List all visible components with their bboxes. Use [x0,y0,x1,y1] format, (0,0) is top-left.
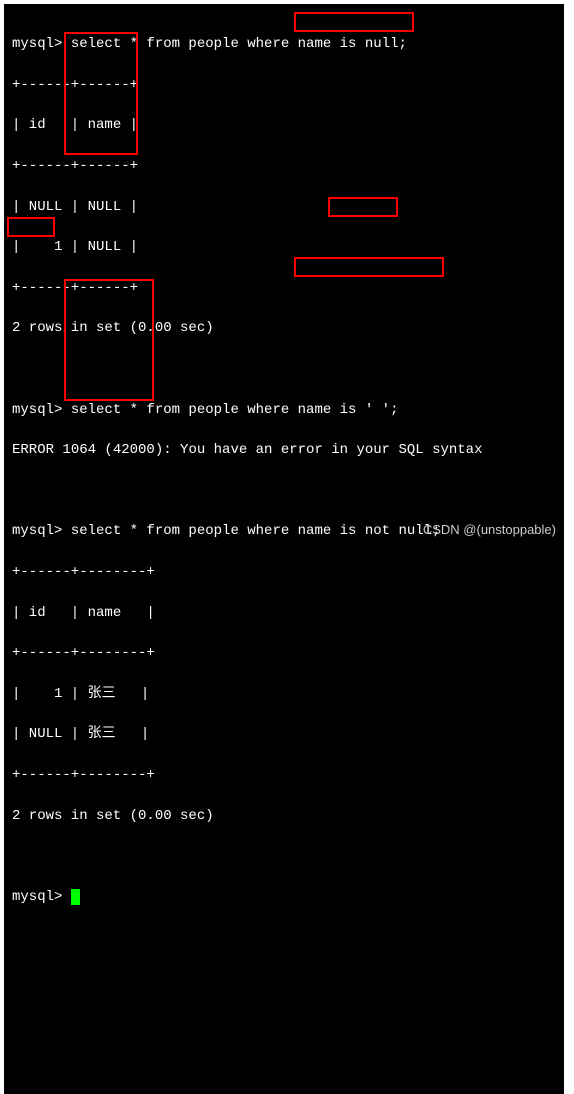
query-line-2: mysql> select * from people where name i… [12,400,556,420]
table-separator: +------+--------+ [12,562,556,582]
error-label: ERROR [12,442,54,458]
highlight-box-error [7,217,55,237]
table-header: | id | name | [12,603,556,623]
highlight-box-name-is-null [294,12,414,32]
cursor [71,889,80,905]
query-line-1: mysql> select * from people where name i… [12,34,556,54]
table-row: | NULL | 张三 | [12,724,556,744]
final-prompt-line[interactable]: mysql> [12,887,556,907]
sql-statement-2: select * from people where name is ' '; [71,402,399,418]
terminal-window: mysql> select * from people where name i… [4,4,564,1094]
result-footer: 2 rows in set (0.00 sec) [12,318,556,338]
mysql-prompt: mysql> [12,889,71,905]
sql-statement-1: select * from people where name is null; [71,36,407,52]
table-separator: +------+--------+ [12,643,556,663]
table-separator: +------+------+ [12,75,556,95]
mysql-prompt: mysql> [12,36,71,52]
sql-statement-3: select * from people where name is not n… [71,523,441,539]
highlight-box-name-is-not-null [294,257,444,277]
table-separator: +------+--------+ [12,765,556,785]
table-row: | NULL | NULL | [12,197,556,217]
mysql-prompt: mysql> [12,523,71,539]
table-separator: +------+------+ [12,156,556,176]
table-row: | 1 | NULL | [12,237,556,257]
watermark: CSDN @(unstoppable) [423,522,556,537]
error-line: ERROR 1064 (42000): You have an error in… [12,440,556,460]
error-text: 1064 (42000): You have an error in your … [54,442,482,458]
table-row: | 1 | 张三 | [12,684,556,704]
result-footer: 2 rows in set (0.00 sec) [12,806,556,826]
table-separator: +------+------+ [12,278,556,298]
mysql-prompt: mysql> [12,402,71,418]
table-header: | id | name | [12,115,556,135]
